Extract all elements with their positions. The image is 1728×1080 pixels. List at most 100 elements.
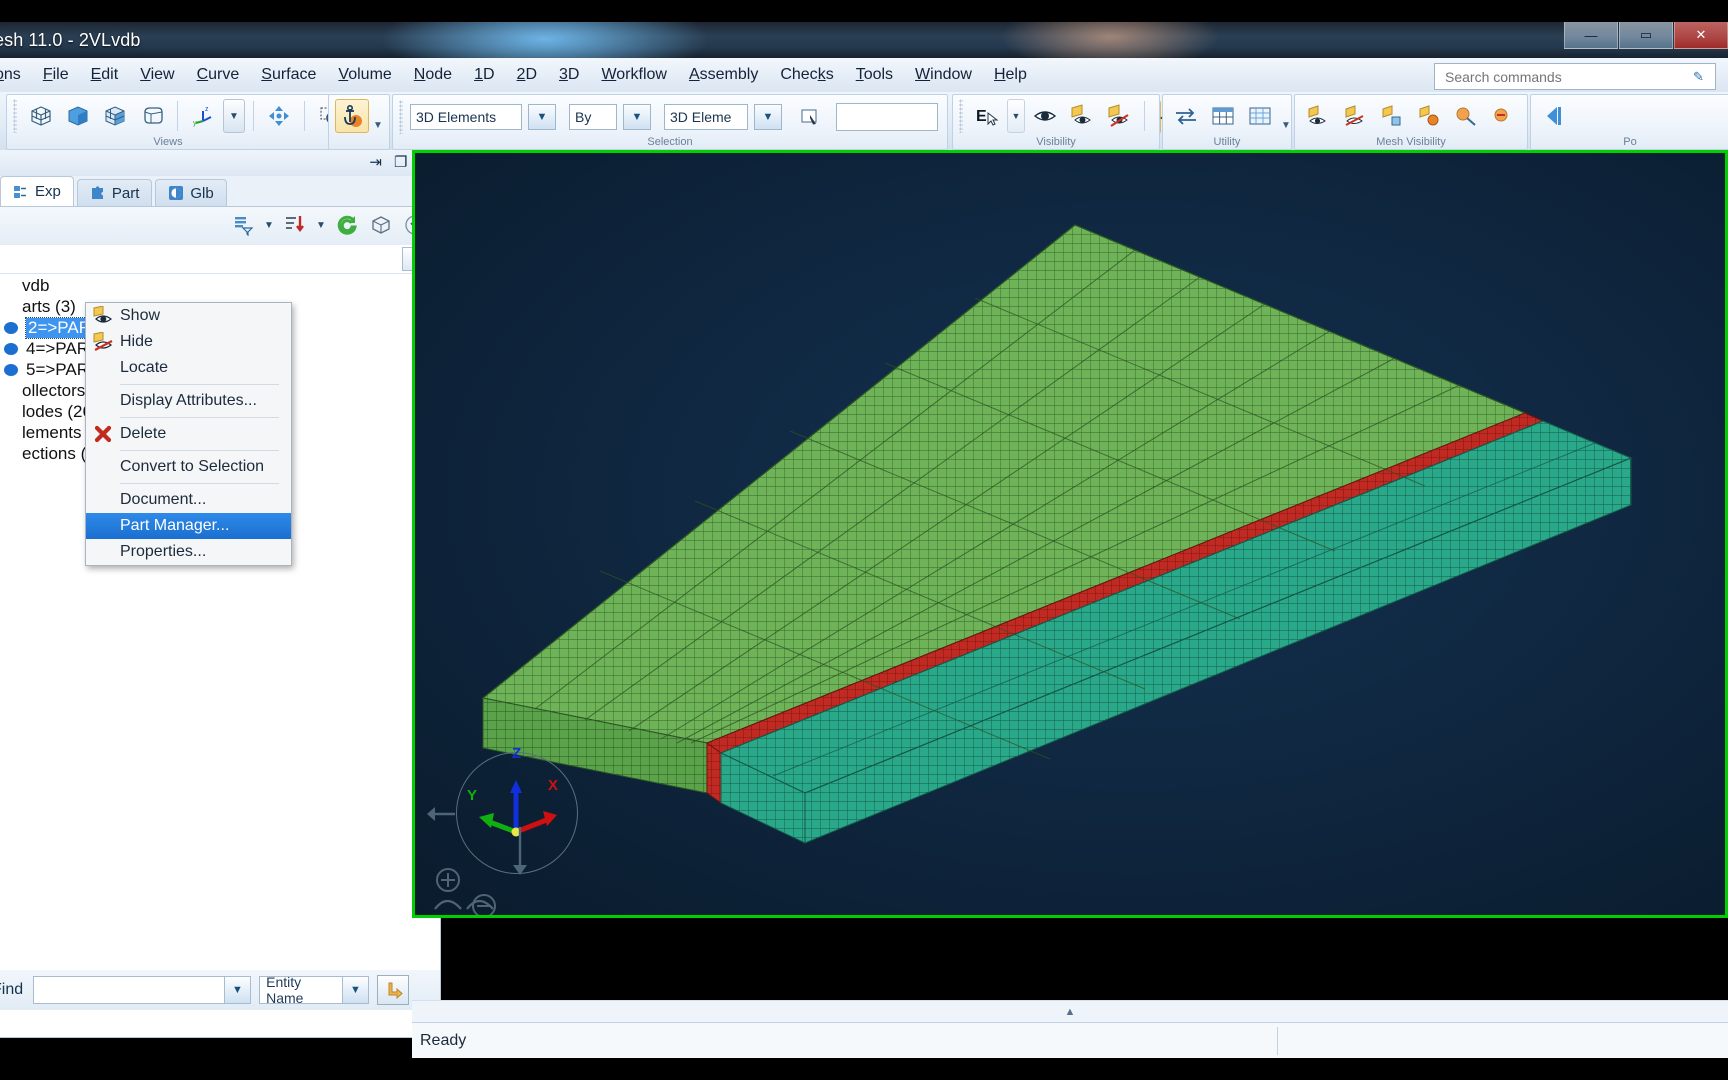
undock-icon[interactable]: ❐ bbox=[394, 153, 407, 171]
selection-text-field[interactable] bbox=[836, 103, 938, 131]
tree-item-label: arts (3) bbox=[22, 296, 76, 316]
visibility-grip bbox=[959, 99, 963, 133]
tree-bullet-spacer bbox=[0, 384, 18, 398]
menu-item-ons[interactable]: ons bbox=[0, 62, 32, 88]
menu-item-workflow[interactable]: Workflow bbox=[590, 62, 678, 88]
pan-left-glyph[interactable] bbox=[423, 801, 459, 827]
filter-dropdown-caret[interactable]: ▼ bbox=[262, 210, 276, 240]
view-wireframe-shaded-icon[interactable] bbox=[98, 99, 132, 133]
anchor-icon[interactable] bbox=[335, 99, 369, 133]
pan-move-icon[interactable] bbox=[262, 99, 296, 133]
context-menu-item-show[interactable]: Show bbox=[86, 303, 291, 329]
tree-item[interactable]: vdb bbox=[0, 275, 438, 296]
context-menu-item-part-manager[interactable]: Part Manager... bbox=[86, 513, 291, 539]
menu-item-file[interactable]: File bbox=[32, 62, 80, 88]
context-menu[interactable]: Show Hide Locate Display Attributes... Delet… bbox=[85, 302, 292, 566]
application-window: esh 11.0 - 2VLvdb — ▭ ✕ onsFileEditViewC… bbox=[0, 0, 1728, 1080]
box-icon[interactable] bbox=[366, 210, 396, 240]
show-all-eye-icon[interactable] bbox=[1028, 99, 1062, 133]
find-input[interactable] bbox=[38, 978, 224, 1002]
auto-hide-icon[interactable]: ⇥ bbox=[369, 153, 382, 171]
entity-select-dropdown[interactable]: ▼ bbox=[1007, 99, 1025, 133]
menu-item-1d[interactable]: 1D bbox=[463, 62, 505, 88]
selection-entity-dropdown[interactable]: ▼ bbox=[528, 104, 556, 130]
menu-item-edit[interactable]: Edit bbox=[80, 62, 130, 88]
menu-item-view[interactable]: View bbox=[129, 62, 185, 88]
post-left-arrow-icon[interactable] bbox=[1537, 99, 1571, 133]
entity-select-icon[interactable]: E bbox=[970, 99, 1004, 133]
tab-part[interactable]: Part bbox=[76, 179, 153, 206]
sort-dropdown-caret[interactable]: ▼ bbox=[314, 210, 328, 240]
mesh-vis-4-icon[interactable] bbox=[1412, 99, 1446, 133]
minimize-button[interactable]: — bbox=[1564, 22, 1618, 49]
menu-item-window[interactable]: Window bbox=[904, 62, 983, 88]
hide-part-icon[interactable] bbox=[1102, 99, 1136, 133]
viewport-3d[interactable]: X Y Z ◀ bbox=[412, 150, 1728, 918]
context-menu-item-label: Hide bbox=[120, 333, 153, 350]
selection-target-dropdown[interactable]: ▼ bbox=[754, 104, 782, 130]
context-menu-item-hide[interactable]: Hide bbox=[86, 329, 291, 355]
pan-down-glyph[interactable] bbox=[507, 825, 533, 885]
view-axis-icon[interactable]: zy bbox=[186, 99, 220, 133]
context-menu-item-label: Convert to Selection bbox=[120, 458, 265, 475]
show-part-icon[interactable] bbox=[1065, 99, 1099, 133]
context-menu-item-locate[interactable]: Locate bbox=[86, 355, 291, 381]
menu-item-surface[interactable]: Surface bbox=[250, 62, 327, 88]
rotate-glyph[interactable] bbox=[429, 889, 499, 918]
view-axis-dropdown[interactable]: ▼ bbox=[223, 99, 245, 133]
sort-icon[interactable] bbox=[280, 210, 310, 240]
mesh-vis-6-icon[interactable] bbox=[1486, 99, 1520, 133]
window-controls: — ▭ ✕ bbox=[1563, 22, 1728, 50]
menu-item-node[interactable]: Node bbox=[403, 62, 463, 88]
menu-item-checks[interactable]: Checks bbox=[769, 62, 844, 88]
menu-item-volume[interactable]: Volume bbox=[327, 62, 402, 88]
view-iso-icon[interactable] bbox=[24, 99, 58, 133]
tree-bullet-spacer bbox=[0, 447, 18, 461]
context-menu-item-display-attributes[interactable]: Display Attributes... bbox=[86, 388, 291, 414]
mesh-vis-5-icon[interactable] bbox=[1449, 99, 1483, 133]
find-input-dropdown[interactable]: ▼ bbox=[223, 977, 251, 1003]
viewport-collapse-handle[interactable]: ◀ bbox=[412, 534, 415, 560]
menu-item-3d[interactable]: 3D bbox=[548, 62, 590, 88]
view-smooth-icon[interactable] bbox=[135, 99, 169, 133]
context-menu-item-delete[interactable]: Delete bbox=[86, 421, 291, 447]
context-menu-item-document[interactable]: Document... bbox=[86, 487, 291, 513]
utility-more-caret[interactable]: ▼ bbox=[1280, 101, 1292, 131]
close-button[interactable]: ✕ bbox=[1674, 22, 1728, 49]
find-go-button[interactable] bbox=[377, 975, 410, 1005]
tab-exp[interactable]: Exp bbox=[0, 176, 74, 206]
view-shaded-icon[interactable] bbox=[61, 99, 95, 133]
utility-table-icon[interactable] bbox=[1206, 99, 1240, 133]
find-scope-dropdown[interactable]: ▼ bbox=[341, 977, 369, 1003]
selection-entity-combo[interactable]: 3D Elements bbox=[410, 104, 522, 130]
menu-item-tools[interactable]: Tools bbox=[845, 62, 904, 88]
find-input-combo[interactable]: ▼ bbox=[33, 976, 252, 1004]
context-menu-item-convert-to-selection[interactable]: Convert to Selection bbox=[86, 454, 291, 480]
ribbon-group-views-label: Views bbox=[153, 136, 183, 148]
mesh-model bbox=[481, 224, 1633, 844]
selection-target-combo[interactable]: 3D Eleme bbox=[664, 104, 748, 130]
viewport-canvas[interactable]: X Y Z bbox=[415, 153, 1725, 915]
anchor-dropdown-caret[interactable]: ▼ bbox=[372, 101, 384, 131]
utility-arrows-icon[interactable] bbox=[1169, 99, 1203, 133]
maximize-button[interactable]: ▭ bbox=[1619, 22, 1673, 49]
selection-by-combo[interactable]: By bbox=[569, 104, 617, 130]
find-scope-combo[interactable]: Entity Name ▼ bbox=[259, 974, 370, 1006]
mesh-vis-2-icon[interactable] bbox=[1338, 99, 1372, 133]
mesh-vis-1-icon[interactable] bbox=[1301, 99, 1335, 133]
menu-item-assembly[interactable]: Assembly bbox=[678, 62, 769, 88]
viewport-scroll-hint[interactable]: ▲ bbox=[412, 1000, 1728, 1023]
menu-item-2d[interactable]: 2D bbox=[506, 62, 548, 88]
context-menu-item-properties[interactable]: Properties... bbox=[86, 539, 291, 565]
search-commands-box[interactable]: ✎ bbox=[1434, 63, 1716, 90]
search-input[interactable] bbox=[1443, 67, 1693, 86]
utility-grid-icon[interactable] bbox=[1243, 99, 1277, 133]
menu-item-help[interactable]: Help bbox=[983, 62, 1038, 88]
refresh-icon[interactable] bbox=[332, 210, 362, 240]
selection-by-dropdown[interactable]: ▼ bbox=[623, 104, 651, 130]
filter-icon[interactable] bbox=[228, 210, 258, 240]
selection-picker-icon[interactable] bbox=[793, 100, 827, 134]
menu-item-curve[interactable]: Curve bbox=[186, 62, 251, 88]
mesh-vis-3-icon[interactable] bbox=[1375, 99, 1409, 133]
tab-glb[interactable]: Glb bbox=[155, 179, 227, 206]
